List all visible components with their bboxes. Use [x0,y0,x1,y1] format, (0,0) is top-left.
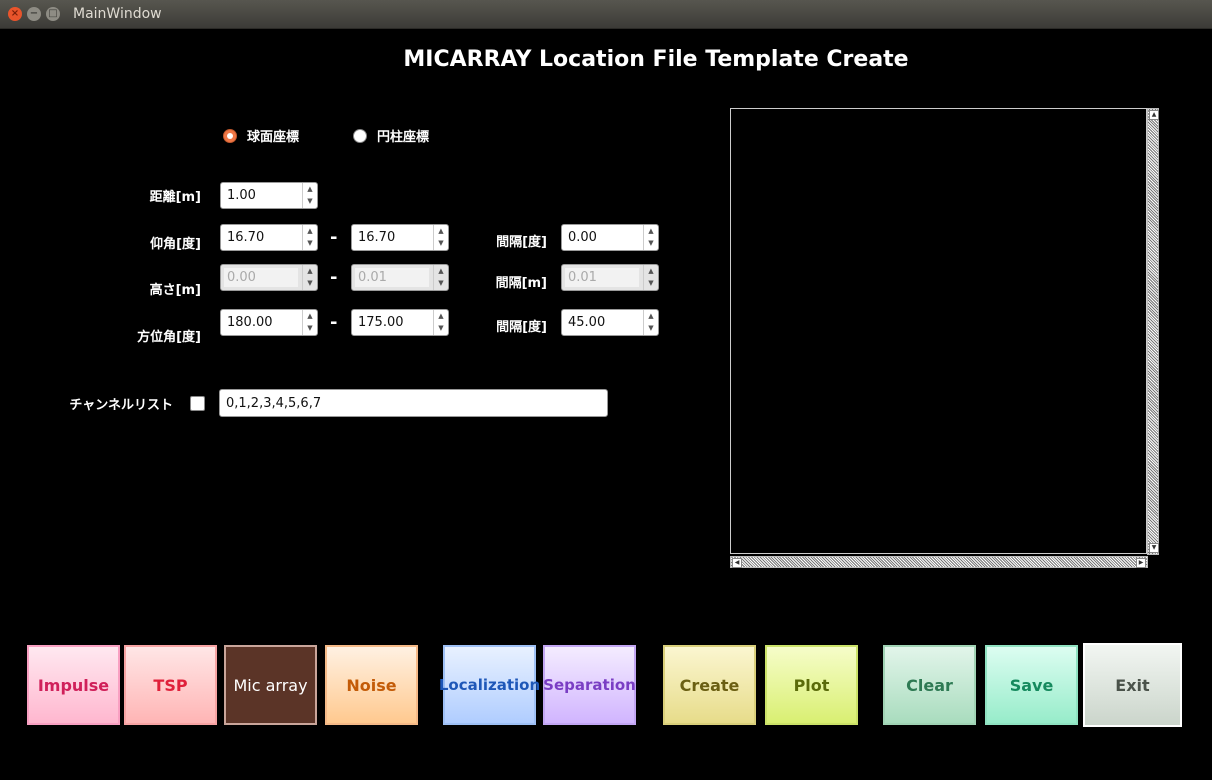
scroll-up-icon[interactable]: ▲ [1149,110,1159,120]
spin-arrows-icon: ▲ ▼ [433,265,448,290]
height-from-value: 0.00 [227,270,256,285]
window-title: MainWindow [73,6,162,22]
localization-button[interactable]: Localization [439,645,540,725]
impulse-button[interactable]: Impulse [27,645,120,725]
scroll-left-icon[interactable]: ◀ [732,558,742,568]
radio-cylindrical[interactable]: 円柱座標 [353,126,429,145]
spin-arrows-icon[interactable]: ▲ ▼ [302,183,317,208]
distance-spinbox[interactable]: 1.00 ▲ ▼ [220,182,318,209]
channel-list-label: チャンネルリスト [69,398,173,413]
height-interval-value: 0.01 [568,270,597,285]
save-button[interactable]: Save [985,645,1078,725]
elevation-interval-value: 0.00 [568,230,597,245]
height-label: 高さ[m] [149,283,201,298]
azimuth-label: 方位角[度] [137,330,201,345]
spin-arrows-icon: ▲ ▼ [643,265,658,290]
separation-button[interactable]: Separation [543,645,636,725]
maximize-icon[interactable]: □ [46,7,60,21]
height-to-value: 0.01 [358,270,387,285]
height-interval-label: 間隔[m] [495,276,547,291]
elevation-interval-label: 間隔[度] [496,235,547,250]
height-to-spinbox: 0.01 ▲ ▼ [351,264,449,291]
spin-arrows-icon[interactable]: ▲ ▼ [302,225,317,250]
azimuth-interval-label: 間隔[度] [496,320,547,335]
vertical-scrollbar[interactable]: ▲ ▼ [1147,108,1159,555]
azimuth-to-value: 175.00 [358,315,404,330]
horizontal-scrollbar[interactable]: ◀ ▶ [730,556,1148,568]
spin-arrows-icon[interactable]: ▲ ▼ [643,310,658,335]
page-title: MICARRAY Location File Template Create [403,47,909,72]
close-icon[interactable]: × [8,7,22,21]
distance-label: 距離[m] [149,190,201,205]
range-dash: - [330,267,338,288]
window-titlebar: × − □ MainWindow [0,0,1212,29]
radio-spherical-label: 球面座標 [247,130,300,145]
radio-checked-icon [223,128,237,143]
tsp-button[interactable]: TSP [124,645,217,725]
mic-array-button[interactable]: Mic array [224,645,317,725]
elevation-from-spinbox[interactable]: 16.70 ▲ ▼ [220,224,318,251]
elevation-label: 仰角[度] [150,237,201,252]
create-button[interactable]: Create [663,645,756,725]
scroll-right-icon[interactable]: ▶ [1136,558,1146,568]
noise-button[interactable]: Noise [325,645,418,725]
height-interval-spinbox: 0.01 ▲ ▼ [561,264,659,291]
exit-button[interactable]: Exit [1083,643,1182,727]
elevation-to-spinbox[interactable]: 16.70 ▲ ▼ [351,224,449,251]
scroll-down-icon[interactable]: ▼ [1149,543,1159,553]
spin-arrows-icon[interactable]: ▲ ▼ [433,225,448,250]
minimize-icon[interactable]: − [27,7,41,21]
plot-canvas[interactable] [730,108,1147,554]
azimuth-to-spinbox[interactable]: 175.00 ▲ ▼ [351,309,449,336]
radio-cylindrical-label: 円柱座標 [377,130,430,145]
elevation-from-value: 16.70 [227,230,265,245]
azimuth-from-value: 180.00 [227,315,273,330]
distance-value: 1.00 [227,188,256,203]
azimuth-interval-spinbox[interactable]: 45.00 ▲ ▼ [561,309,659,336]
azimuth-from-spinbox[interactable]: 180.00 ▲ ▼ [220,309,318,336]
spin-arrows-icon[interactable]: ▲ ▼ [302,310,317,335]
range-dash: - [330,227,338,248]
channel-list-checkbox[interactable] [190,396,205,411]
spin-arrows-icon: ▲ ▼ [302,265,317,290]
elevation-to-value: 16.70 [358,230,396,245]
elevation-interval-spinbox[interactable]: 0.00 ▲ ▼ [561,224,659,251]
radio-unchecked-icon [353,128,367,143]
plot-button[interactable]: Plot [765,645,858,725]
range-dash: - [330,312,338,333]
clear-button[interactable]: Clear [883,645,976,725]
spin-arrows-icon[interactable]: ▲ ▼ [643,225,658,250]
channel-list-input[interactable]: 0,1,2,3,4,5,6,7 [219,389,608,417]
spin-arrows-icon[interactable]: ▲ ▼ [433,310,448,335]
radio-spherical[interactable]: 球面座標 [223,126,299,145]
height-from-spinbox: 0.00 ▲ ▼ [220,264,318,291]
azimuth-interval-value: 45.00 [568,315,606,330]
